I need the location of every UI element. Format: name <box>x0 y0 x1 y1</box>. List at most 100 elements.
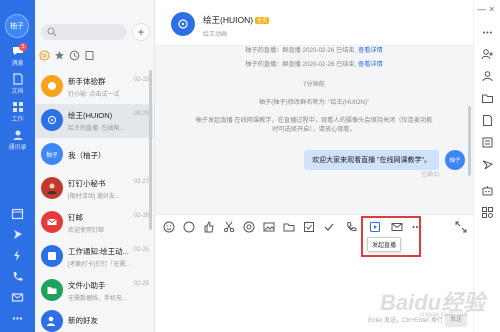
chat-avatar[interactable] <box>171 12 195 36</box>
add-member-icon[interactable] <box>481 48 494 61</box>
system-message: 柚子(柚子)修改群名称为: "绘王(HUION)" <box>258 99 370 106</box>
conversation-name: 新的好友 <box>68 316 98 325</box>
conversation-preview: 无需数据线，手机电... <box>68 296 128 302</box>
conversation-name: 工作通知:绘王动... <box>68 247 129 256</box>
rail-item-docs[interactable]: 文档 <box>0 73 35 95</box>
add-person-icon <box>47 316 55 326</box>
apps-icon[interactable] <box>481 206 494 219</box>
conversation-time: 09:29 <box>133 111 149 117</box>
folder-icon[interactable] <box>283 221 295 233</box>
assistant-avatar <box>41 177 63 199</box>
my-avatar[interactable]: 柚子 <box>445 150 465 170</box>
document-icon[interactable] <box>481 114 494 127</box>
person-icon <box>47 183 57 194</box>
conversation-preview: 钉小秘: 点击试一试 <box>68 92 120 98</box>
grid-icon <box>12 102 23 112</box>
conversation-name: 文件小助手 <box>68 281 106 290</box>
list-item[interactable]: 文件小助手 无需数据线，手机电... 02-25 <box>35 274 153 308</box>
conversation-time: 02-27 <box>133 179 149 185</box>
system-message: 柚子的直播：群直播 2020-02-26 已结束, 查看详情 <box>175 60 453 69</box>
more-icon[interactable] <box>481 26 494 39</box>
tooltip: 发起直播 <box>367 237 402 252</box>
message-scrollbar[interactable] <box>468 106 471 176</box>
document-icon <box>12 73 23 85</box>
folder-icon[interactable] <box>481 92 494 105</box>
chat-title-text: 绘王(HUION) <box>203 15 254 25</box>
list-item[interactable]: 钉钉小秘书 [限时活动] 邀好友... 02-27 <box>35 172 153 206</box>
search-input[interactable] <box>41 24 127 40</box>
rail-item-messages[interactable]: 3 消息 <box>0 43 35 67</box>
view-details-link[interactable]: 查看详情 <box>358 47 383 54</box>
rail-item-contacts[interactable]: 通讯录 <box>0 129 35 151</box>
user-avatar: 柚子 <box>41 143 63 165</box>
list-scrollbar[interactable] <box>149 70 152 230</box>
read-status[interactable]: 已读(1) <box>421 170 439 178</box>
list-item[interactable]: 新手体验群 钉小秘: 点击试一试 02-25 <box>35 70 153 104</box>
list-item[interactable]: 柚子 我（柚子） <box>35 138 153 172</box>
ding-icon[interactable] <box>11 228 24 241</box>
emoji-icon[interactable] <box>163 221 175 233</box>
mail-icon[interactable] <box>11 291 24 304</box>
new-friend-avatar <box>41 310 63 332</box>
left-rail: 柚子 3 消息 文档 工作 通讯录 <box>0 0 35 332</box>
at-icon[interactable] <box>39 50 50 61</box>
rail-item-work[interactable]: 工作 <box>0 101 35 123</box>
thumbs-up-icon[interactable] <box>203 221 215 233</box>
conversation-preview: [限时活动] 邀好友... <box>68 194 121 200</box>
file-helper-avatar <box>41 279 63 301</box>
view-details-link[interactable]: 查看详情 <box>358 61 383 68</box>
lightning-icon[interactable] <box>11 249 24 262</box>
more-apps-icon[interactable] <box>11 312 24 325</box>
conversation-name: 新手体验群 <box>68 77 106 86</box>
close-button[interactable]: × <box>489 4 494 14</box>
system-message-text: 柚子的直播：群直播 2020-02-26 已结束, <box>245 47 357 54</box>
user-avatar[interactable]: 柚子 <box>5 14 29 38</box>
calendar-icon[interactable] <box>11 207 24 220</box>
system-message: 柚子的直播：群直播 2020-02-26 已结束, 查看详情 <box>175 46 453 55</box>
conversation-list: + 新手体验群 钉小秘: 点击试一试 02-25 绘王(HUION) 绘王的直播… <box>35 0 155 332</box>
system-message: 柚子发起直播 在线网课教学，在直播过程中，观看人的摄像头会保持关闭（仅连麦功能时… <box>195 117 433 133</box>
conversation-time: 02-26 <box>133 213 149 219</box>
conversation-preview: [考勤打卡]钉钉「无需... <box>68 262 131 268</box>
conversation-preview: 绘王的直播: 在线网... <box>68 126 125 132</box>
unread-badge: 3 <box>19 43 27 51</box>
image-icon[interactable] <box>263 221 275 233</box>
list-item[interactable]: 工作通知:绘王动... [考勤打卡]钉钉「无需... 02-25 <box>35 240 153 274</box>
add-button[interactable]: + <box>132 23 150 41</box>
group-avatar <box>41 75 63 97</box>
conversation-name: 我（柚子） <box>68 151 106 160</box>
conversation-time: 02-25 <box>133 281 149 287</box>
rail-label-messages: 消息 <box>11 61 24 67</box>
list-item[interactable]: 钉邮 欢迎使用钉邮 02-26 <box>35 206 153 240</box>
mention-icon[interactable] <box>243 221 255 233</box>
huion-logo-icon <box>178 19 188 29</box>
expand-icon[interactable] <box>455 221 467 233</box>
list-item-selected[interactable]: 绘王(HUION) 绘王的直播: 在线网... 09:29 <box>35 104 153 138</box>
my-message-bubble[interactable]: 欢迎大家来观看直播 "在线网课教学"。 <box>304 150 439 170</box>
huion-logo-icon <box>48 116 56 124</box>
list-item[interactable]: 新的好友 <box>35 305 153 332</box>
check-icon[interactable] <box>323 221 335 233</box>
phone-icon[interactable] <box>11 270 24 283</box>
right-toolbar: — × <box>473 0 500 332</box>
task-icon[interactable] <box>303 221 315 233</box>
filter-bar <box>39 50 95 64</box>
scissors-icon[interactable] <box>223 221 235 233</box>
gif-icon[interactable] <box>183 221 195 233</box>
chat-panel: 绘王(HUION) 全员 绘王动画 柚子的直播：群直播 2020-02-26 已结… <box>155 0 473 332</box>
conversation-time: 02-25 <box>133 247 149 253</box>
notice-icon[interactable] <box>481 136 494 149</box>
list-icon[interactable] <box>84 50 95 61</box>
robot-icon[interactable] <box>481 184 494 197</box>
input-toolbar <box>155 214 473 238</box>
star-icon[interactable] <box>54 50 65 61</box>
members-icon[interactable] <box>481 70 494 83</box>
conversation-preview: 欢迎使用钉邮 <box>68 228 105 234</box>
clock-icon[interactable] <box>69 50 80 61</box>
minimize-button[interactable]: — <box>477 4 486 14</box>
dingtalk-icon[interactable] <box>481 158 494 171</box>
phone-icon[interactable] <box>345 221 357 233</box>
rail-label-contacts: 通讯录 <box>8 145 27 151</box>
message-area: 柚子的直播：群直播 2020-02-26 已结束, 查看详情 柚子的直播：群直播… <box>155 46 473 214</box>
conversation-name: 绘王(HUION) <box>68 111 113 120</box>
